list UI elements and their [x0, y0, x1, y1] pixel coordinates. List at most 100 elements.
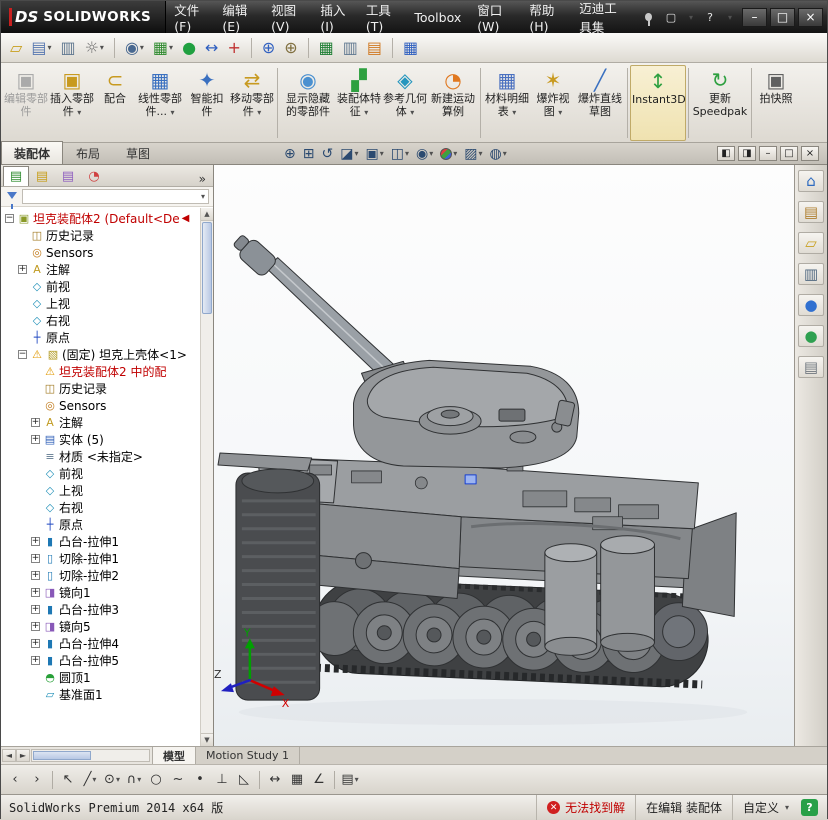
tree-expander-icon[interactable]: +	[31, 622, 40, 631]
pane-left-icon[interactable]: ◧	[717, 146, 735, 161]
point-icon[interactable]: •	[190, 769, 210, 791]
help-icon[interactable]: ?	[701, 8, 719, 26]
panel-expand-chevron[interactable]: »	[192, 172, 213, 186]
view-palette-icon[interactable]: ▥	[798, 263, 824, 285]
mate-button[interactable]: ⊂ 配合	[95, 65, 135, 141]
update-speedpak-button[interactable]: ↻ 更新 Speedpak	[691, 65, 749, 141]
tree-expander-icon[interactable]: +	[18, 265, 27, 274]
menu-item[interactable]: 帮助(H)	[521, 1, 571, 34]
move-component-button[interactable]: ⇄ 移动零部件 ▾	[229, 65, 275, 141]
display-settings-icon[interactable]: ◉ ▾	[122, 36, 147, 60]
menu-item[interactable]: 插入(I)	[312, 1, 358, 34]
tree-item-mates-warning[interactable]: ⚠ 坦克装配体2 中的配	[3, 363, 199, 380]
menu-item[interactable]: Toolbox	[406, 1, 469, 33]
ellipse-icon[interactable]: ○	[146, 769, 166, 791]
tree-item-origin[interactable]: ┼ 原点	[3, 329, 199, 346]
explode-line-sketch-button[interactable]: ╱ 爆炸直线草图	[575, 65, 625, 141]
help-badge-icon[interactable]: ?	[801, 799, 818, 816]
mass-properties-icon[interactable]: +	[224, 36, 243, 60]
menu-item[interactable]: 窗口(W)	[469, 1, 521, 34]
featuremanager-tab[interactable]: ▤	[3, 166, 29, 186]
grid-icon[interactable]: ▦	[287, 769, 307, 791]
tree-item-plane1[interactable]: ▱ 基准面1	[3, 686, 199, 703]
close-button[interactable]: ×	[798, 7, 823, 27]
configurationmanager-tab[interactable]: ▤	[55, 166, 81, 186]
print-preview-icon[interactable]: ▥	[340, 36, 361, 60]
calculator-icon[interactable]: ▦	[400, 36, 421, 60]
tree-item-history[interactable]: ◫ 历史记录	[3, 227, 199, 244]
tree-expander-icon[interactable]: +	[31, 605, 40, 614]
tank-model[interactable]: Y X Z	[214, 165, 794, 746]
scroll-right-icon[interactable]: ►	[16, 749, 30, 762]
menu-item[interactable]: 视图(V)	[263, 1, 312, 34]
tree-expander-icon[interactable]: −	[18, 350, 27, 359]
edit-appearance-icon[interactable]: ▾	[437, 143, 460, 164]
minimize-button[interactable]: –	[742, 7, 767, 27]
tree-item-front-plane[interactable]: ◇ 前视	[3, 278, 199, 295]
tree-item-boss-extrude4[interactable]: + ▮ 凸台-拉伸4	[3, 635, 199, 652]
graphics-viewport[interactable]: Y X Z	[214, 165, 794, 746]
measure-icon[interactable]: ↔	[202, 36, 221, 60]
location-pin-icon[interactable]: ●	[179, 36, 199, 60]
scroll-down-icon[interactable]: ▼	[201, 733, 213, 746]
document-tab[interactable]: 布局	[63, 141, 113, 164]
smart-fasteners-button[interactable]: ✦ 智能扣件	[185, 65, 229, 141]
tree-expander-icon[interactable]: +	[31, 418, 40, 427]
appearances-icon[interactable]: ●	[798, 294, 824, 316]
take-snapshot-button[interactable]: ▣ 拍快照	[754, 65, 798, 141]
search-icon[interactable]: ⊕	[281, 36, 300, 60]
section-view-icon[interactable]: ◪ ▾	[337, 143, 361, 164]
doc-close-icon[interactable]: ×	[801, 146, 819, 161]
tree-item-dome1[interactable]: ◓ 圆顶1	[3, 669, 199, 686]
circle-icon[interactable]: ⊙ ▾	[102, 769, 122, 791]
apply-scene-icon[interactable]: ▨ ▾	[461, 143, 485, 164]
exploded-view-button[interactable]: ✶ 爆炸视图 ▾	[531, 65, 575, 141]
tree-item-sensors[interactable]: ◎ Sensors	[3, 244, 199, 261]
scroll-up-icon[interactable]: ▲	[201, 208, 213, 221]
angle-icon[interactable]: ∠	[309, 769, 329, 791]
corner-trim-icon[interactable]: ◺	[234, 769, 254, 791]
chevron-down-icon[interactable]: ▾	[721, 8, 739, 26]
design-library-icon[interactable]: ▤	[798, 201, 824, 223]
notebook-icon[interactable]: ▤	[364, 36, 385, 60]
tree-item-cut-extrude2[interactable]: + ▯ 切除-拉伸2	[3, 567, 199, 584]
custom-properties-icon[interactable]: ▤	[798, 356, 824, 378]
tree-item-annotations[interactable]: + A 注解	[3, 261, 199, 278]
spline-icon[interactable]: ~	[168, 769, 188, 791]
file-explorer-icon[interactable]: ▱	[798, 232, 824, 254]
tree-item-mirror1[interactable]: + ◨ 镜向1	[3, 584, 199, 601]
tree-expander-icon[interactable]: −	[5, 214, 14, 223]
select-arrow-icon[interactable]: ↖	[58, 769, 78, 791]
reference-geometry-button[interactable]: ◈ 参考几何体 ▾	[382, 65, 428, 141]
hide-show-items-icon[interactable]: ◉ ▾	[413, 143, 436, 164]
save-icon[interactable]: ▤ ▾	[28, 36, 54, 60]
excel-icon[interactable]: ▦	[316, 36, 337, 60]
sketch-settings-icon[interactable]: ▤ ▾	[340, 769, 360, 791]
new-document-icon[interactable]: ▢	[662, 8, 680, 26]
assembly-features-button[interactable]: ▞ 装配体特征 ▾	[336, 65, 382, 141]
scroll-left-icon[interactable]: ◄	[2, 749, 16, 762]
menu-item[interactable]: 编辑(E)	[214, 1, 263, 34]
menu-item[interactable]: 文件(F)	[166, 1, 214, 34]
tree-item-assembly-root[interactable]: − ▣ 坦克装配体2 (Default<De ◀	[3, 210, 199, 227]
filter-funnel-icon[interactable]	[7, 192, 17, 209]
chevron-down-icon[interactable]: ▾	[682, 8, 700, 26]
display-style-icon[interactable]: ◫ ▾	[388, 143, 412, 164]
pin-icon[interactable]	[645, 13, 652, 26]
custom-status[interactable]: 自定义 ▾	[731, 795, 799, 820]
tree-item-front-plane[interactable]: ◇ 前视	[3, 465, 199, 482]
material-grid-icon[interactable]: ▦ ▾	[150, 36, 176, 60]
tree-item-history[interactable]: ◫ 历史记录	[3, 380, 199, 397]
options-gear-icon[interactable]: ☼ ▾	[82, 36, 107, 60]
tree-item-origin[interactable]: ┼ 原点	[3, 516, 199, 533]
maximize-button[interactable]: □	[770, 7, 795, 27]
hscroll-thumb[interactable]	[33, 751, 91, 760]
print-icon[interactable]: ▥	[57, 36, 78, 60]
line-icon[interactable]: ╱ ▾	[80, 769, 100, 791]
tree-expander-icon[interactable]: +	[31, 588, 40, 597]
scenes-icon[interactable]: ●	[798, 325, 824, 347]
tree-item-cut-extrude1[interactable]: + ▯ 切除-拉伸1	[3, 550, 199, 567]
tree-expander-icon[interactable]: +	[31, 571, 40, 580]
doc-restore-icon[interactable]: □	[780, 146, 798, 161]
tree-item-boss-extrude5[interactable]: + ▮ 凸台-拉伸5	[3, 652, 199, 669]
